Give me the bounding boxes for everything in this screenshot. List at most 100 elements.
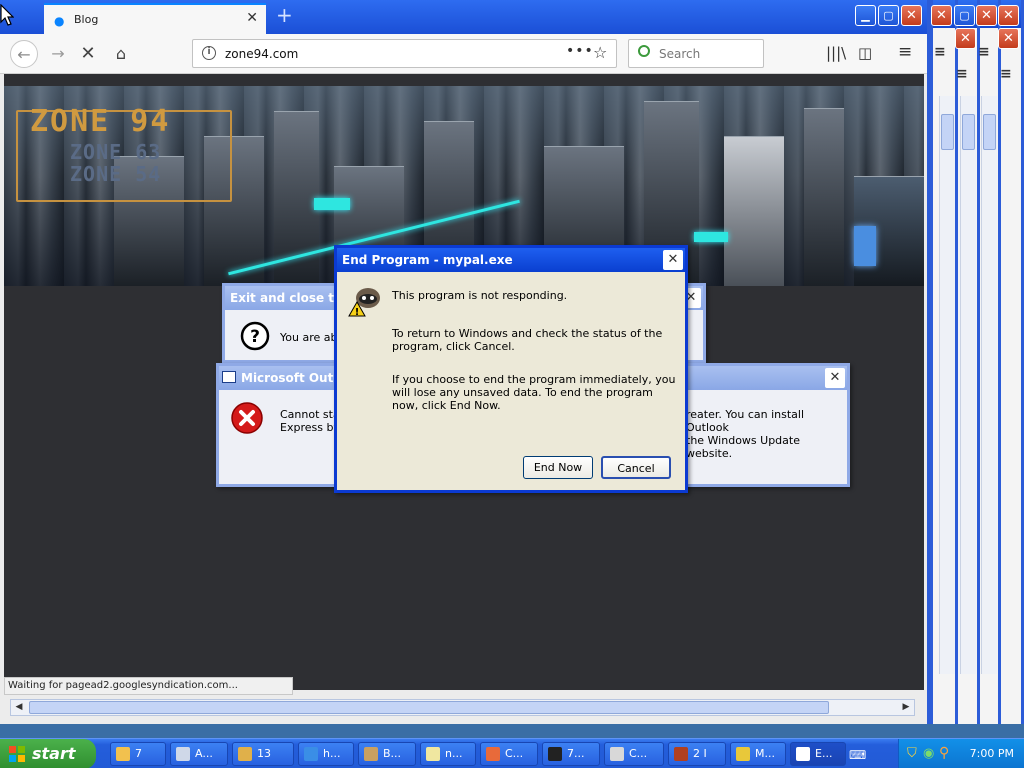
keyboard-icon[interactable]: ⌨ [849,748,866,762]
taskbar-button-label: h... [323,747,341,760]
taskbar-button[interactable]: B... [358,742,416,766]
taskbar-button-label: 7... [567,747,585,760]
scrollbar-thumb[interactable] [29,701,829,714]
start-button[interactable]: start [0,739,96,768]
scrollbar-thumb[interactable] [962,114,975,150]
clock[interactable]: 7:00 PM [970,747,1014,760]
horizontal-scrollbar[interactable]: ◀ ▶ [10,699,915,716]
dialog-title[interactable]: End Program - mypal.exe [337,248,685,272]
background-window-scrollbar[interactable] [939,96,955,674]
new-tab-icon[interactable]: + [276,3,293,27]
taskbar: start 7 A... 13 h... B... n... C... 7... C... 2 I… [0,738,1024,768]
network-icon[interactable]: ◉ [923,746,934,761]
close-icon[interactable]: ✕ [998,28,1019,49]
taskbar-button-label: B... [383,747,402,760]
background-window-4[interactable] [998,0,1024,724]
taskbar-app-icon [238,747,252,761]
end-now-warning-text: If you choose to end the program immedia… [392,373,676,412]
maximize-icon[interactable]: ▢ [878,5,899,26]
library-icon[interactable]: |||\ [826,44,846,62]
not-responding-text: This program is not responding. [392,289,568,302]
taskbar-button[interactable]: E... [790,742,846,766]
close-icon[interactable]: ✕ [825,368,845,388]
search-placeholder[interactable]: Search [659,47,700,61]
taskbar-button-label: 7 [135,747,142,760]
menu-icon[interactable]: ≡ [1000,66,1012,82]
taskbar-button-label: A... [195,747,213,760]
menu-icon[interactable]: ≡ [934,44,946,60]
end-now-button[interactable]: End Now [523,456,593,479]
logo-subtitle: ZONE 63 [70,140,162,164]
close-icon[interactable]: ✕ [901,5,922,26]
message-line: reater. You can install Outlook [686,408,805,434]
taskbar-button-label: 13 [257,747,271,760]
taskbar-app-icon [426,747,440,761]
hamburger-menu-icon[interactable]: ≡ [898,42,912,62]
windows-flag-icon [9,746,25,762]
url-bar[interactable]: i zone94.com ••• ☆ [192,39,617,68]
back-arrow-icon[interactable]: ← [10,40,38,68]
background-window-scrollbar[interactable] [960,96,976,674]
taskbar-app-icon [486,747,500,761]
taskbar-button-label: M... [755,747,775,760]
banner-neon-rail [694,232,728,242]
message-line: the Windows Update website. [686,434,800,460]
end-program-dialog[interactable]: End Program - mypal.exe ✕ ! This program… [334,245,688,493]
taskbar-button[interactable]: 13 [232,742,294,766]
forward-arrow-icon[interactable]: → [44,40,72,68]
taskbar-button-label: C... [629,747,648,760]
svg-text:!: ! [355,307,360,318]
menu-icon[interactable]: ≡ [956,66,968,82]
background-window-scrollbar[interactable] [981,96,997,674]
taskbar-button[interactable]: 7... [542,742,600,766]
scroll-left-icon[interactable]: ◀ [12,701,26,714]
close-icon[interactable]: ✕ [663,250,683,270]
menu-icon[interactable]: ≡ [978,44,990,60]
start-label: start [32,744,76,763]
taskbar-button[interactable]: h... [298,742,354,766]
home-icon[interactable]: ⌂ [107,40,135,68]
sidebar-icon[interactable]: ◫ [858,44,872,62]
taskbar-button[interactable]: A... [170,742,228,766]
cancel-button[interactable]: Cancel [601,456,671,479]
site-info-icon[interactable]: i [202,46,216,60]
search-icon[interactable]: ⚲ [939,745,949,761]
taskbar-app-icon [304,747,318,761]
taskbar-button[interactable]: n... [420,742,476,766]
restore-icon[interactable]: ▢ [954,5,975,26]
stop-loading-icon[interactable]: ✕ [74,40,102,68]
question-icon: ? [240,321,270,351]
page-actions-icon[interactable]: ••• [566,43,594,59]
tab-blog[interactable]: ● Blog ✕ [44,3,266,34]
close-icon[interactable]: ✕ [931,5,952,26]
taskbar-button[interactable]: M... [730,742,786,766]
security-shield-icon[interactable]: ⛉ [907,746,917,761]
system-tray: ⌨ ⛉ ◉ ⚲ 7:00 PM [849,739,1024,768]
tab-close-icon[interactable]: ✕ [246,10,258,26]
bookmark-star-icon[interactable]: ☆ [593,43,607,62]
taskbar-button[interactable]: 2 I [668,742,726,766]
taskbar-button-label: 2 I [693,747,707,760]
taskbar-button[interactable]: 7 [110,742,166,766]
close-icon[interactable]: ✕ [976,5,997,26]
close-icon[interactable]: ✕ [955,28,976,49]
window-icon [222,371,236,383]
taskbar-app-icon [796,747,810,761]
taskbar-app-icon [736,747,750,761]
dialog-message-right: reater. You can install Outlook the Wind… [686,408,847,460]
scrollbar-thumb[interactable] [983,114,996,150]
scrollbar-thumb[interactable] [941,114,954,150]
taskbar-app-icon [364,747,378,761]
scroll-right-icon[interactable]: ▶ [899,701,913,714]
taskbar-button[interactable]: C... [604,742,664,766]
cancel-instructions-text: To return to Windows and check the statu… [392,327,663,353]
banner-neon-rail [314,198,350,210]
banner-neon-rail [854,226,876,266]
close-icon[interactable]: ✕ [998,5,1019,26]
url-text[interactable]: zone94.com [225,47,298,61]
taskbar-button[interactable]: C... [480,742,538,766]
search-box[interactable]: Search [628,39,764,68]
minimize-icon[interactable]: ▁ [855,5,876,26]
site-logo[interactable]: ZONE 94 [30,104,170,139]
svg-text:?: ? [250,327,260,347]
